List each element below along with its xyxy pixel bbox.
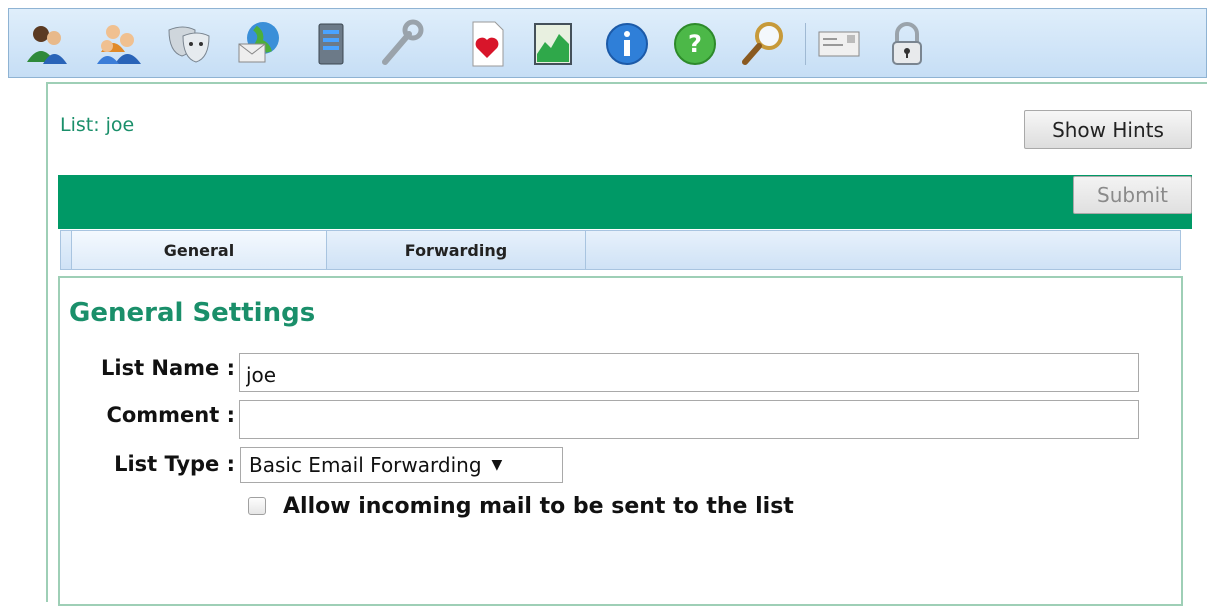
favorites-heart-icon[interactable] xyxy=(461,18,513,70)
server-icon[interactable] xyxy=(305,18,357,70)
list-type-select[interactable]: Basic Email Forwarding ▼ xyxy=(240,447,563,483)
envelope-letter-icon[interactable] xyxy=(813,18,865,70)
comment-input[interactable] xyxy=(239,400,1139,439)
search-magnifier-icon[interactable] xyxy=(737,18,789,70)
tab-bar-edge xyxy=(61,231,72,269)
allow-incoming-checkbox[interactable] xyxy=(248,497,266,515)
tab-bar: General Forwarding xyxy=(60,230,1181,270)
info-icon[interactable] xyxy=(601,18,653,70)
globe-mail-icon[interactable] xyxy=(233,18,285,70)
dropdown-arrow-icon: ▼ xyxy=(491,457,503,473)
tab-forwarding[interactable]: Forwarding xyxy=(327,231,586,269)
svg-text:?: ? xyxy=(688,30,702,58)
user-group-icon[interactable] xyxy=(93,18,145,70)
users-icon[interactable] xyxy=(21,18,73,70)
allow-incoming-label: Allow incoming mail to be sent to the li… xyxy=(283,494,794,519)
show-hints-button[interactable]: Show Hints xyxy=(1024,110,1192,149)
action-bar xyxy=(58,175,1192,229)
wrench-icon[interactable] xyxy=(375,18,427,70)
submit-button[interactable]: Submit xyxy=(1073,176,1192,214)
list-name-label: List Name : xyxy=(100,356,235,380)
icon-toolbar: ? xyxy=(8,8,1207,78)
tab-general[interactable]: General xyxy=(72,231,327,269)
comment-label: Comment : xyxy=(106,403,235,427)
help-icon[interactable]: ? xyxy=(669,18,721,70)
list-title: List: joe xyxy=(60,114,135,136)
list-name-input[interactable] xyxy=(239,353,1139,392)
theater-masks-icon[interactable] xyxy=(163,18,215,70)
list-type-label: List Type : xyxy=(114,452,235,476)
list-type-selected-value: Basic Email Forwarding xyxy=(249,453,482,477)
section-title: General Settings xyxy=(69,298,316,328)
padlock-icon[interactable] xyxy=(881,18,933,70)
toolbar-separator xyxy=(805,23,806,65)
chart-graph-icon[interactable] xyxy=(527,18,579,70)
